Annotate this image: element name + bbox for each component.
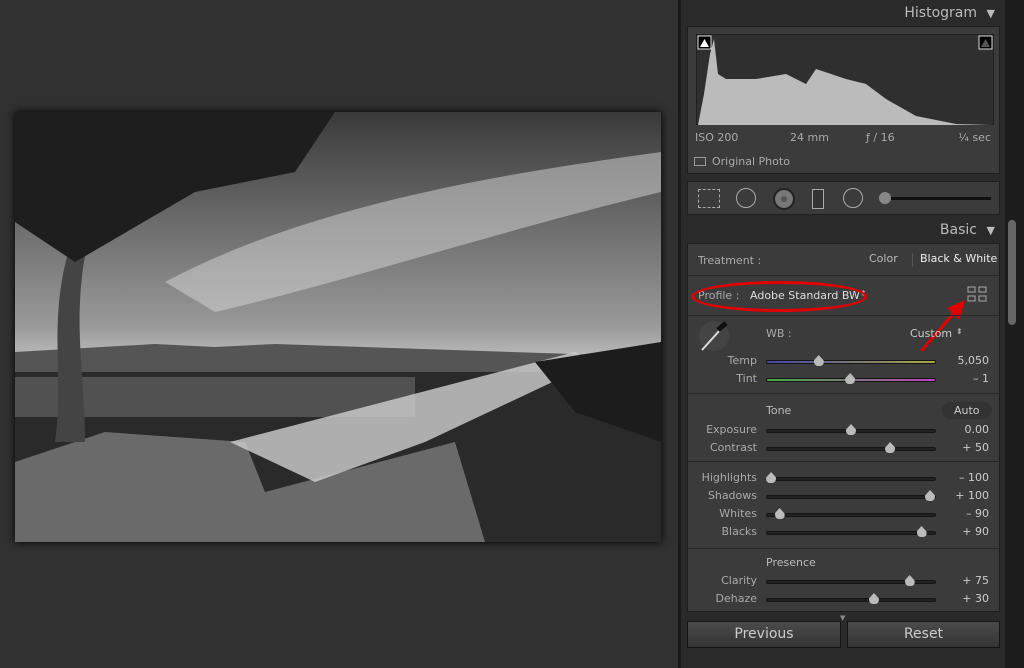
tool-strip	[687, 181, 1000, 215]
crop-overlay-icon[interactable]	[698, 189, 720, 208]
develop-right-panel: Histogram ▼ ISO 200 24 mm ƒ / 16 ¼ sec Or…	[681, 0, 1005, 668]
slider-row-whites: Whites – 90	[688, 505, 1001, 523]
slider-value[interactable]: + 90	[962, 525, 989, 538]
previous-button[interactable]: Previous	[687, 621, 841, 648]
auto-tone-button[interactable]: Auto	[942, 402, 992, 419]
wb-dropdown[interactable]: Custom	[910, 327, 952, 340]
graduated-filter-icon[interactable]	[812, 189, 824, 209]
slider-label: Temp	[727, 354, 757, 367]
spot-removal-icon[interactable]	[736, 188, 756, 208]
slider-row-tint: Tint – 1	[688, 370, 1001, 388]
slider-label: Clarity	[721, 574, 757, 587]
treatment-label: Treatment :	[698, 254, 762, 267]
slider-knob[interactable]	[846, 424, 856, 435]
adjustment-brush-icon[interactable]	[879, 192, 891, 204]
photo-preview[interactable]	[15, 112, 661, 542]
slider-knob[interactable]	[868, 593, 879, 604]
slider-row-highlights: Highlights – 100	[688, 469, 1001, 487]
slider-value[interactable]: 0.00	[965, 423, 990, 436]
treatment-color-option[interactable]: Color	[869, 252, 898, 265]
slider-knob[interactable]	[845, 373, 856, 384]
slider-knob[interactable]	[885, 442, 896, 453]
basic-header[interactable]: Basic ▼	[939, 222, 995, 238]
wb-label: WB :	[766, 327, 792, 340]
scrollbar-thumb[interactable]	[1008, 220, 1016, 325]
red-eye-icon[interactable]	[773, 188, 795, 210]
original-photo-label: Original Photo	[712, 155, 790, 168]
histogram-title: Histogram	[904, 5, 977, 21]
annotation-arrow	[919, 300, 965, 352]
histogram-header[interactable]: Histogram ▼	[904, 5, 995, 21]
highlights-slider[interactable]	[766, 477, 936, 481]
slider-label: Highlights	[701, 471, 757, 484]
slider-label: Whites	[719, 507, 757, 520]
slider-row-blacks: Blacks + 90	[688, 523, 1001, 541]
photo-canvas	[0, 0, 678, 668]
original-photo-checkbox[interactable]	[694, 157, 706, 166]
slider-value[interactable]: 5,050	[958, 354, 990, 367]
slider-label: Dehaze	[715, 592, 758, 605]
slider-label: Blacks	[721, 525, 758, 538]
slider-label: Shadows	[707, 489, 757, 502]
slider-value[interactable]: + 100	[955, 489, 989, 502]
contrast-slider[interactable]	[766, 447, 936, 451]
histogram-section: ISO 200 24 mm ƒ / 16 ¼ sec Original Phot…	[687, 26, 1000, 174]
eyedropper-icon[interactable]	[696, 320, 732, 354]
slider-label: Contrast	[709, 441, 757, 454]
slider-value[interactable]: + 75	[962, 574, 989, 587]
slider-value[interactable]: + 30	[962, 592, 989, 605]
dehaze-slider[interactable]	[766, 598, 936, 602]
slider-knob[interactable]	[774, 508, 785, 519]
slider-knob[interactable]	[766, 472, 777, 483]
slider-knob[interactable]	[813, 355, 824, 366]
slider-value[interactable]: – 100	[959, 471, 989, 484]
tone-label: Tone	[766, 404, 792, 417]
shutter-readout: ¼ sec	[958, 131, 991, 144]
presence-label: Presence	[766, 556, 816, 569]
blacks-slider[interactable]	[766, 531, 936, 535]
slider-value[interactable]: – 90	[966, 507, 989, 520]
basic-section: Treatment : Color Black & White Profile …	[687, 243, 1001, 612]
temp-slider[interactable]	[766, 360, 936, 364]
slider-row-exposure: Exposure 0.00	[688, 421, 1001, 439]
histogram-graph	[696, 34, 994, 125]
basic-title: Basic	[939, 222, 977, 238]
collapse-triangle-icon[interactable]: ▼	[987, 224, 995, 237]
brush-size-slider[interactable]	[891, 197, 991, 200]
radial-filter-icon[interactable]	[843, 188, 863, 208]
annotation-ellipse	[691, 281, 867, 312]
whites-slider[interactable]	[766, 513, 936, 517]
slider-knob[interactable]	[925, 490, 936, 501]
slider-row-dehaze: Dehaze + 30	[688, 590, 1001, 608]
slider-row-shadows: Shadows + 100	[688, 487, 1001, 505]
reset-button[interactable]: Reset	[847, 621, 1000, 648]
dropdown-arrows-icon: ⬍	[956, 327, 963, 336]
iso-readout: ISO 200	[695, 131, 739, 144]
slider-label: Exposure	[706, 423, 757, 436]
slider-knob[interactable]	[904, 575, 915, 586]
slider-row-contrast: Contrast + 50	[688, 439, 1001, 457]
collapse-triangle-icon[interactable]: ▼	[987, 7, 995, 20]
slider-value[interactable]: – 1	[973, 372, 989, 385]
slider-row-temp: Temp 5,050	[688, 352, 1001, 370]
slider-label: Tint	[736, 372, 757, 385]
slider-row-clarity: Clarity + 75	[688, 572, 1001, 590]
slider-value[interactable]: + 50	[962, 441, 989, 454]
treatment-bw-option[interactable]: Black & White	[920, 252, 997, 265]
panel-scrollbar[interactable]	[1005, 0, 1024, 668]
aperture-readout: ƒ / 16	[866, 131, 895, 144]
shadows-slider[interactable]	[766, 495, 936, 499]
focal-length-readout: 24 mm	[790, 131, 829, 144]
slider-knob[interactable]	[916, 526, 927, 537]
